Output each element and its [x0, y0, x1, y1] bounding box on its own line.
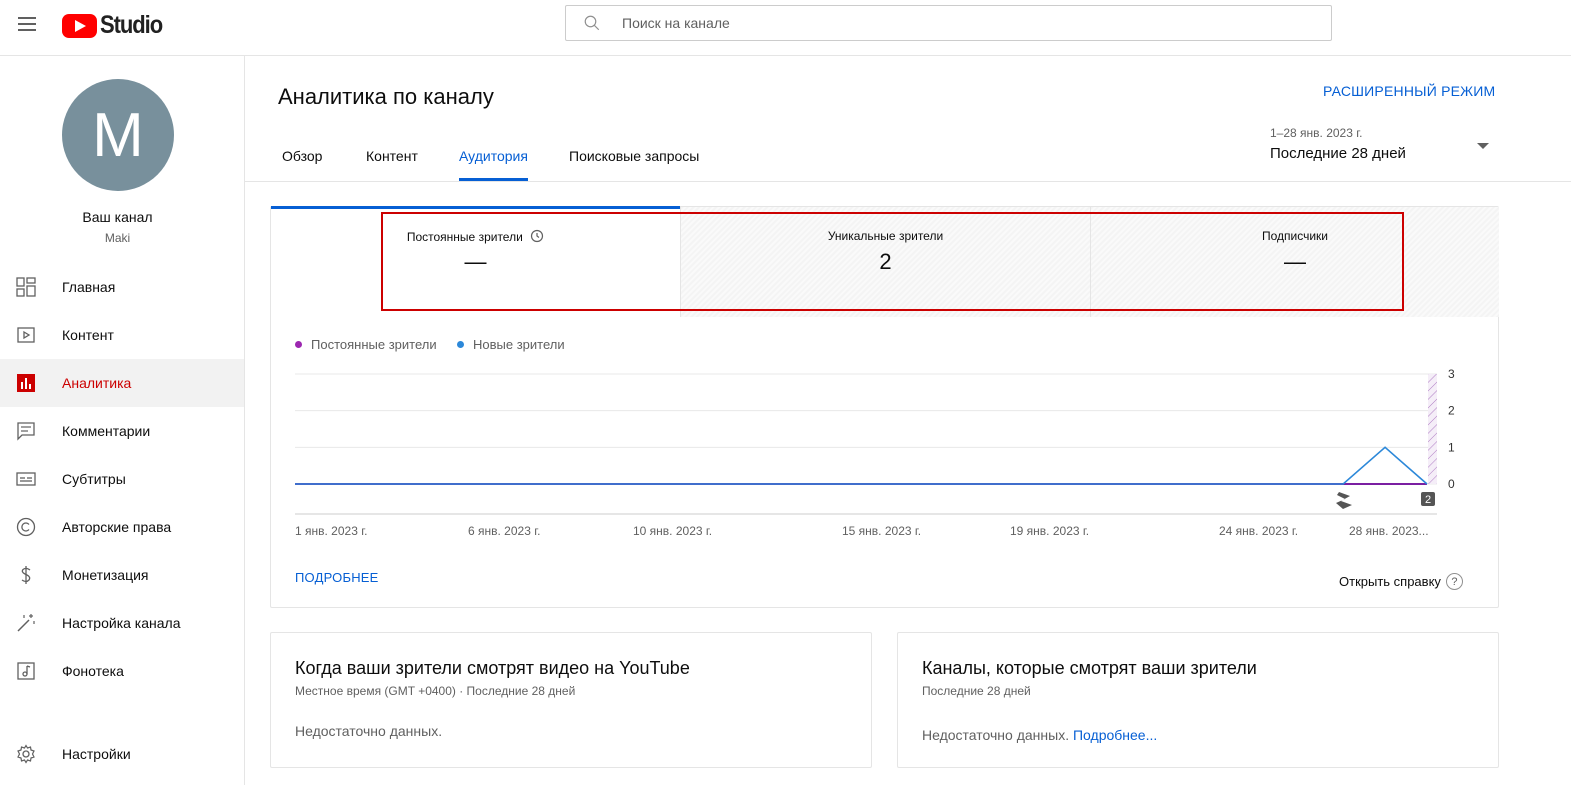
- x-tick-label: 1 янв. 2023 г.: [295, 524, 367, 538]
- search-input[interactable]: [622, 6, 1322, 40]
- channel-avatar[interactable]: M: [62, 79, 174, 191]
- dashboard-icon: [16, 277, 36, 297]
- sidebar-item-label: Контент: [62, 327, 114, 343]
- sidebar-item-label: Главная: [62, 279, 116, 295]
- series-line-new-viewers: [295, 446, 1428, 485]
- card-subtitle: Местное время (GMT +0400) · Последние 28…: [295, 684, 576, 698]
- shorts-icon: [1336, 492, 1352, 509]
- sidebar-item-comments[interactable]: Комментарии: [0, 407, 244, 455]
- tab-content[interactable]: Контент: [366, 148, 418, 181]
- help-label: Открыть справку: [1339, 574, 1441, 589]
- tab-search-queries[interactable]: Поисковые запросы: [569, 148, 699, 181]
- top-bar: Studio: [0, 0, 1571, 56]
- sidebar-item-monetization[interactable]: Монетизация: [0, 551, 244, 599]
- more-info-link[interactable]: Подробнее...: [1073, 727, 1157, 743]
- card-title: Каналы, которые смотрят ваши зрители: [922, 658, 1257, 678]
- channel-title: Ваш канал: [82, 209, 153, 225]
- studio-logo[interactable]: Studio: [62, 11, 171, 40]
- x-tick-label: 6 янв. 2023 г.: [468, 524, 540, 538]
- date-range[interactable]: 1–28 янв. 2023 г.: [1270, 126, 1362, 140]
- content-icon: [17, 327, 35, 343]
- date-period-select[interactable]: Последние 28 дней: [1270, 145, 1406, 162]
- copyright-icon: [16, 517, 36, 537]
- x-tick-label: 24 янв. 2023 г.: [1219, 524, 1298, 538]
- sidebar: M Ваш канал Maki Главная Контент Аналити…: [0, 56, 245, 785]
- comments-icon: [17, 422, 35, 441]
- open-help-link[interactable]: Открыть справку ?: [1339, 573, 1463, 590]
- tab-audience[interactable]: Аудитория: [459, 148, 528, 181]
- partial-data-band: [1428, 374, 1437, 484]
- sidebar-item-label: Субтитры: [62, 471, 126, 487]
- audience-card: Постоянные зрители — Уникальные зрители …: [270, 206, 1499, 608]
- audience-chart: 0 1 2 3 1 янв. 2023 г. 6 янв. 2023 г. 10 янв. …: [295, 367, 1455, 538]
- sidebar-item-copyright[interactable]: Авторские права: [0, 503, 244, 551]
- empty-message: Недостаточно данных.: [295, 723, 443, 739]
- more-details-link[interactable]: ПОДРОБНЕЕ: [295, 570, 379, 585]
- sidebar-item-label: Настройки: [62, 746, 131, 762]
- sidebar-item-audio-library[interactable]: Фонотека: [0, 647, 244, 695]
- sidebar-item-label: Фонотека: [62, 663, 124, 679]
- menu-icon[interactable]: [16, 14, 38, 36]
- subtitles-icon: [16, 472, 36, 486]
- sidebar-item-label: Комментарии: [62, 423, 151, 439]
- advanced-mode-button[interactable]: РАСШИРЕННЫЙ РЕЖИМ: [1323, 83, 1495, 99]
- y-tick-label: 3: [1448, 367, 1455, 381]
- sidebar-item-label: Аналитика: [62, 375, 132, 391]
- audio-library-icon: [17, 662, 35, 680]
- tab-overview[interactable]: Обзор: [282, 148, 322, 181]
- sidebar-item-label: Авторские права: [62, 519, 172, 535]
- sidebar-item-customization[interactable]: Настройка канала: [0, 599, 244, 647]
- empty-message: Недостаточно данных.: [922, 727, 1070, 743]
- card-subtitle: Последние 28 дней: [922, 684, 1031, 698]
- sidebar-item-settings[interactable]: Настройки: [0, 730, 244, 778]
- sidebar-item-label: Настройка канала: [62, 615, 181, 631]
- sidebar-item-label: Монетизация: [62, 567, 149, 583]
- empty-message-wrap: Недостаточно данных. Подробнее...: [922, 727, 1157, 743]
- page-title: Аналитика по каналу: [278, 84, 494, 109]
- analytics-icon: [17, 374, 35, 392]
- x-tick-label: 10 янв. 2023 г.: [633, 524, 712, 538]
- search-box[interactable]: [565, 5, 1332, 41]
- sidebar-item-analytics[interactable]: Аналитика: [0, 359, 244, 407]
- when-viewers-watch-card: Когда ваши зрители смотрят видео на YouT…: [270, 632, 872, 768]
- y-tick-label: 2: [1448, 404, 1455, 418]
- sidebar-item-dashboard[interactable]: Главная: [0, 263, 244, 311]
- channel-name: Maki: [104, 231, 131, 245]
- search-icon: [584, 15, 600, 31]
- channels-viewers-watch-card: Каналы, которые смотрят ваши зрители Пос…: [897, 632, 1499, 768]
- divider: [245, 181, 1571, 182]
- card-title: Когда ваши зрители смотрят видео на YouT…: [295, 658, 690, 678]
- y-tick-label: 0: [1448, 477, 1455, 491]
- youtube-logo-icon: [62, 13, 97, 38]
- logo-text: Studio: [100, 11, 163, 39]
- magic-wand-icon: [17, 614, 35, 632]
- y-tick-label: 1: [1448, 440, 1455, 454]
- gear-icon: [17, 744, 35, 764]
- dropdown-arrow-icon[interactable]: [1477, 143, 1489, 149]
- sidebar-item-content[interactable]: Контент: [0, 311, 244, 359]
- upload-count-text: 2: [1425, 494, 1431, 506]
- x-tick-label: 19 янв. 2023 г.: [1010, 524, 1089, 538]
- x-tick-label: 28 янв. 2023...: [1349, 524, 1429, 538]
- help-icon: ?: [1445, 573, 1463, 590]
- sidebar-item-subtitles[interactable]: Субтитры: [0, 455, 244, 503]
- x-tick-label: 15 янв. 2023 г.: [842, 524, 921, 538]
- dollar-icon: [21, 566, 31, 584]
